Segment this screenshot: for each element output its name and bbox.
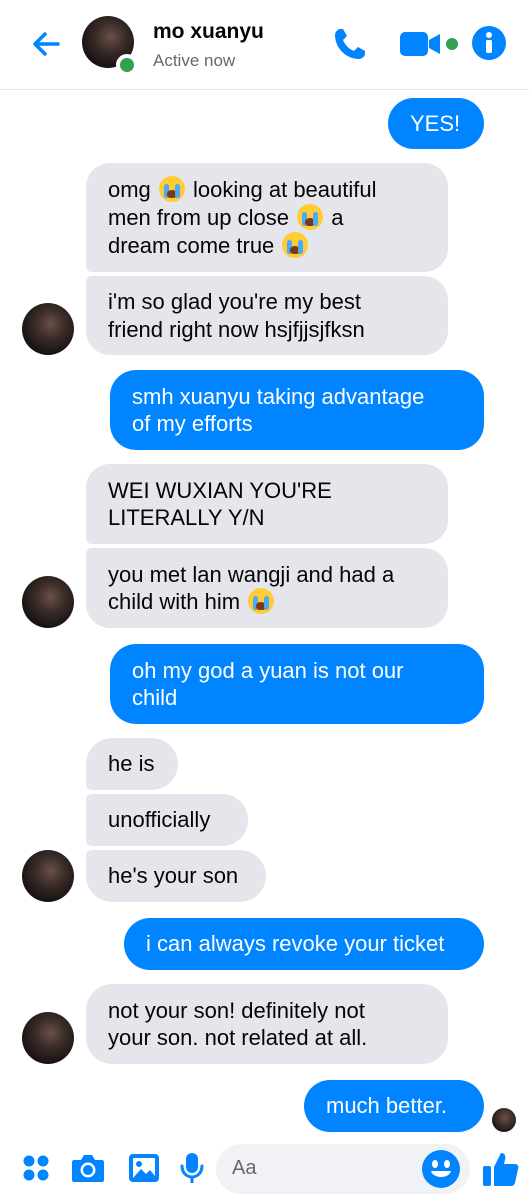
message-text: much better. (326, 1093, 448, 1119)
apps-button[interactable] (16, 1148, 56, 1188)
gallery-button[interactable] (124, 1148, 164, 1188)
message-text: dream come true (108, 232, 281, 258)
message-bubble-incoming[interactable]: WEI WUXIAN YOU'RE LITERALLY Y/N (86, 464, 448, 544)
camera-button[interactable] (68, 1148, 108, 1188)
message-text: he is (108, 751, 155, 777)
message-text: child with him (108, 589, 247, 614)
chat-header: mo xuanyu Active now (0, 0, 529, 90)
emoji-button[interactable] (422, 1150, 460, 1188)
crying-face-emoji (158, 175, 185, 202)
info-icon (486, 32, 492, 53)
message-text: men from up close (108, 204, 296, 230)
message-text: omg (108, 176, 157, 202)
message-text: friend right now hsjfjjsjfksn (108, 316, 365, 342)
phone-icon (335, 29, 365, 59)
contact-avatar-small[interactable] (22, 1012, 74, 1064)
gallery-icon (129, 1154, 159, 1182)
message-text: unofficially (108, 807, 211, 833)
message-input-placeholder: Aa (232, 1157, 257, 1179)
back-button[interactable] (26, 24, 66, 64)
message-bubble-outgoing[interactable]: i can always revoke your ticket (124, 918, 484, 970)
thumbs-up-icon (483, 1153, 519, 1186)
camera-icon (72, 1155, 104, 1182)
seen-receipt-avatar (492, 1108, 516, 1132)
contact-name[interactable]: mo xuanyu (153, 20, 264, 44)
message-bubble-incoming[interactable]: unofficially (86, 794, 248, 846)
voice-call-button[interactable] (330, 24, 370, 64)
message-text: i'm so glad you're my best (108, 289, 361, 314)
contact-status: Active now (153, 51, 236, 70)
message-composer: Aa (0, 1138, 529, 1200)
like-button[interactable] (478, 1146, 524, 1192)
emoji-icon (431, 1160, 451, 1177)
message-text: you met lan wangji and had a (108, 561, 395, 587)
info-button[interactable] (472, 26, 506, 60)
message-text: a (325, 204, 344, 230)
message-text: of my efforts (132, 411, 253, 436)
crying-face-emoji (248, 588, 275, 614)
message-text: LITERALLY Y/N (108, 505, 265, 530)
message-bubble-outgoing[interactable]: oh my god a yuan is not our child (110, 644, 484, 724)
message-text: child (132, 685, 178, 710)
message-text: i can always revoke your ticket (146, 931, 445, 957)
message-bubble-incoming[interactable]: not your son! definitely not your son. n… (86, 984, 448, 1064)
message-text: your son. not related at all. (108, 1025, 368, 1050)
online-status-dot (116, 54, 138, 76)
video-camera-icon (400, 32, 440, 56)
message-bubble-outgoing[interactable]: much better. (304, 1080, 484, 1132)
message-bubble-incoming[interactable]: he's your son (86, 850, 266, 902)
message-text: looking at beautiful (186, 176, 377, 202)
microphone-icon (180, 1153, 204, 1183)
voice-message-button[interactable] (172, 1148, 212, 1188)
message-text: he's your son (108, 863, 239, 889)
message-bubble-incoming[interactable]: he is (86, 738, 178, 790)
message-bubble-outgoing[interactable]: YES! (388, 98, 484, 149)
message-text: not your son! definitely not (108, 997, 365, 1023)
back-arrow-icon (33, 32, 60, 56)
message-bubble-outgoing[interactable]: smh xuanyu taking advantage of my effort… (110, 370, 484, 450)
contact-avatar-small[interactable] (22, 303, 74, 355)
message-text: YES! (410, 110, 461, 136)
message-bubble-incoming[interactable]: omg looking at beautiful men from up clo… (86, 163, 448, 272)
message-bubble-incoming[interactable]: i'm so glad you're my best friend right … (86, 276, 448, 355)
apps-icon (23, 1155, 49, 1181)
crying-face-emoji (282, 231, 309, 258)
contact-avatar-small[interactable] (22, 850, 74, 902)
message-text: smh xuanyu taking advantage (132, 383, 425, 409)
message-text: oh my god a yuan is not our (132, 657, 404, 683)
message-bubble-incoming[interactable]: you met lan wangji and had a child with … (86, 548, 448, 628)
message-text: WEI WUXIAN YOU'RE (108, 477, 332, 503)
crying-face-emoji (297, 203, 324, 230)
video-active-dot (446, 38, 458, 50)
contact-avatar-small[interactable] (22, 576, 74, 628)
